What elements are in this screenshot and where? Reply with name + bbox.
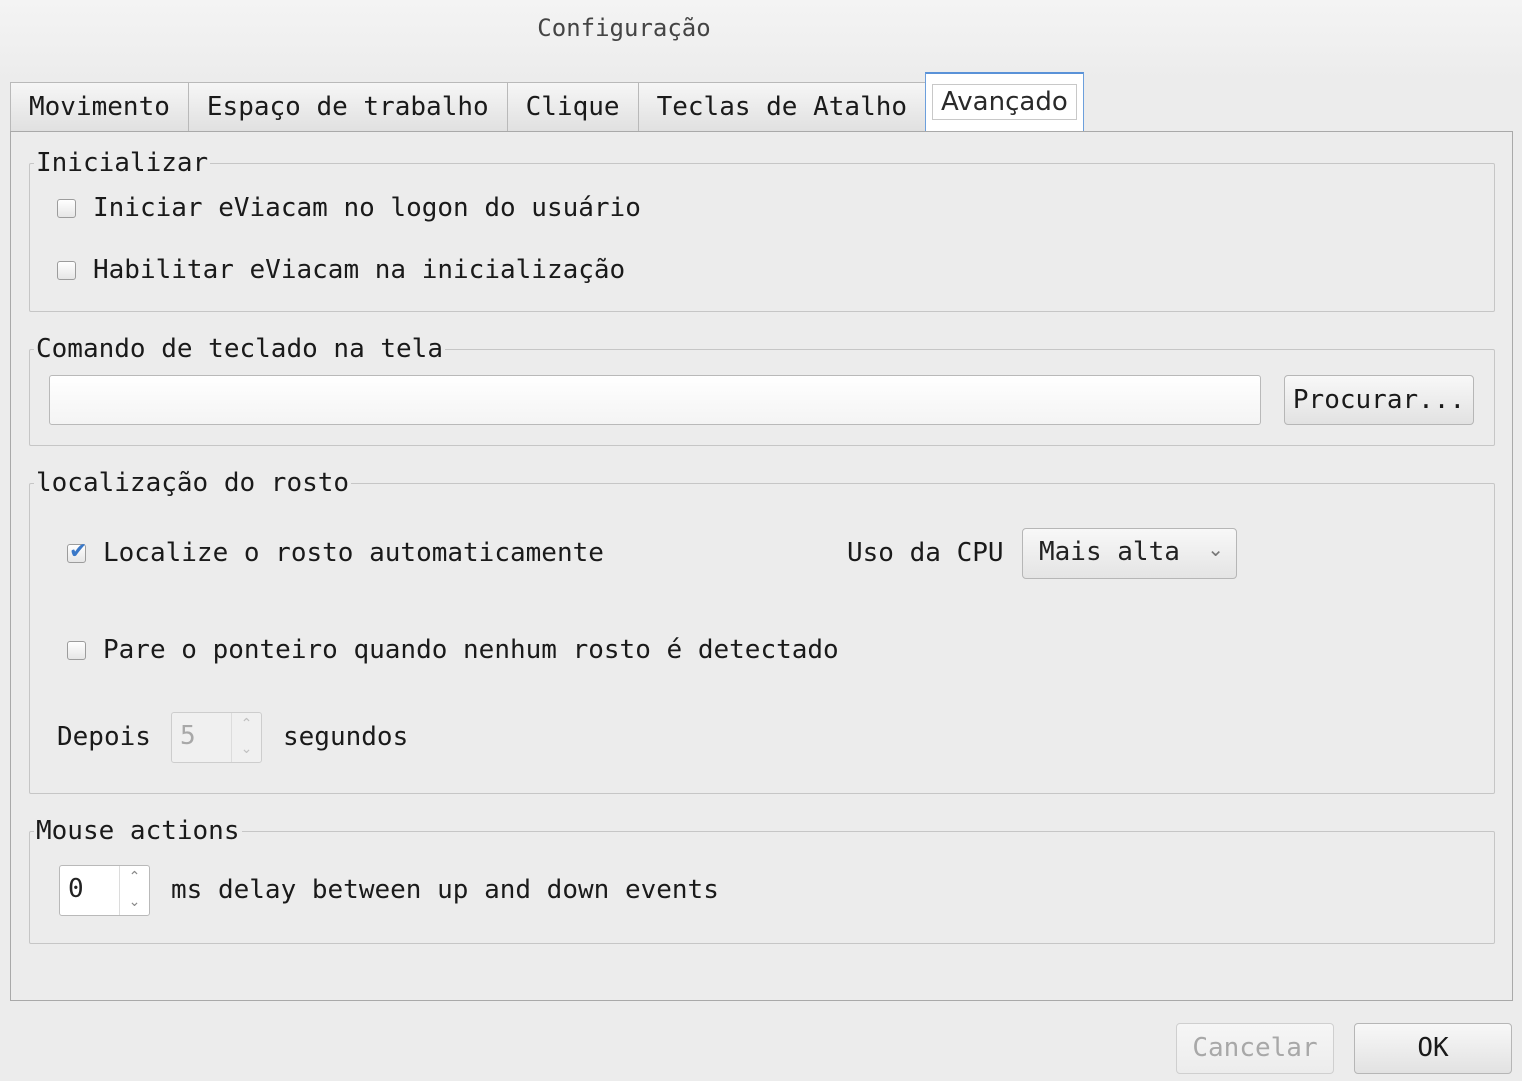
chevron-down-icon[interactable]: ⌄ <box>120 891 149 916</box>
after-label: Depois <box>57 722 151 752</box>
stop-pointer-label[interactable]: Pare o ponteiro quando nenhum rosto é de… <box>103 635 839 665</box>
tab-movimento[interactable]: Movimento <box>10 82 189 132</box>
tab-espaco-de-trabalho[interactable]: Espaço de trabalho <box>187 82 508 132</box>
tab-avancado[interactable]: Avançado <box>925 72 1084 132</box>
spinner-arrows[interactable]: ⌃ ⌄ <box>119 866 149 915</box>
delay-spinner[interactable]: 0 ⌃ ⌄ <box>59 865 150 916</box>
keyboard-command-input[interactable] <box>49 375 1261 425</box>
seconds-label: segundos <box>283 722 409 752</box>
stop-pointer-checkbox[interactable] <box>67 641 86 660</box>
auto-locate-face-checkbox[interactable]: ✔ <box>67 539 87 564</box>
browse-button[interactable]: Procurar... <box>1284 375 1474 425</box>
startup-group: Inicializar <box>29 148 1495 312</box>
startup-legend: Inicializar <box>36 148 209 178</box>
start-on-logon-checkbox[interactable] <box>57 199 76 218</box>
enable-on-startup-label[interactable]: Habilitar eViacam na inicialização <box>93 255 625 285</box>
delay-value: 0 <box>68 874 84 904</box>
tab-teclas-de-atalho[interactable]: Teclas de Atalho <box>637 82 927 132</box>
cpu-usage-value: Mais alta <box>1039 537 1180 567</box>
chevron-down-icon: ⌄ <box>240 740 253 757</box>
tab-bar: Movimento Espaço de trabalho Clique Tecl… <box>10 72 1084 132</box>
tab-panel-avancado: Inicializar Iniciar eViacam no logon do … <box>10 131 1513 1001</box>
auto-locate-face-label[interactable]: Localize o rosto automaticamente <box>103 538 604 568</box>
configuration-dialog: Configuração Movimento Espaço de trabalh… <box>0 0 1522 1081</box>
cpu-usage-label: Uso da CPU <box>847 538 1004 568</box>
after-seconds-value: 5 <box>180 721 196 751</box>
mouse-actions-legend: Mouse actions <box>36 816 240 846</box>
after-seconds-spinner: 5 ⌃ ⌄ <box>171 712 262 763</box>
window-title: Configuração <box>537 14 711 42</box>
enable-on-startup-checkbox[interactable] <box>57 261 76 280</box>
onscreen-keyboard-legend: Comando de teclado na tela <box>36 334 443 364</box>
cpu-usage-select[interactable]: Mais alta ⌄ <box>1022 528 1237 579</box>
tab-avancado-label: Avançado <box>932 84 1077 120</box>
tab-clique[interactable]: Clique <box>506 82 639 132</box>
start-on-logon-label[interactable]: Iniciar eViacam no logon do usuário <box>93 193 641 223</box>
spinner-arrows: ⌃ ⌄ <box>231 713 261 762</box>
face-location-legend: localização do rosto <box>36 468 350 498</box>
delay-label: ms delay between up and down events <box>171 875 719 905</box>
chevron-up-icon[interactable]: ⌃ <box>120 866 149 891</box>
chevron-up-icon: ⌃ <box>240 716 253 732</box>
cancel-button[interactable]: Cancelar <box>1176 1023 1334 1074</box>
chevron-down-icon: ⌄ <box>1207 537 1224 561</box>
ok-button[interactable]: OK <box>1354 1023 1512 1074</box>
checkmark-icon: ✔ <box>69 539 88 564</box>
